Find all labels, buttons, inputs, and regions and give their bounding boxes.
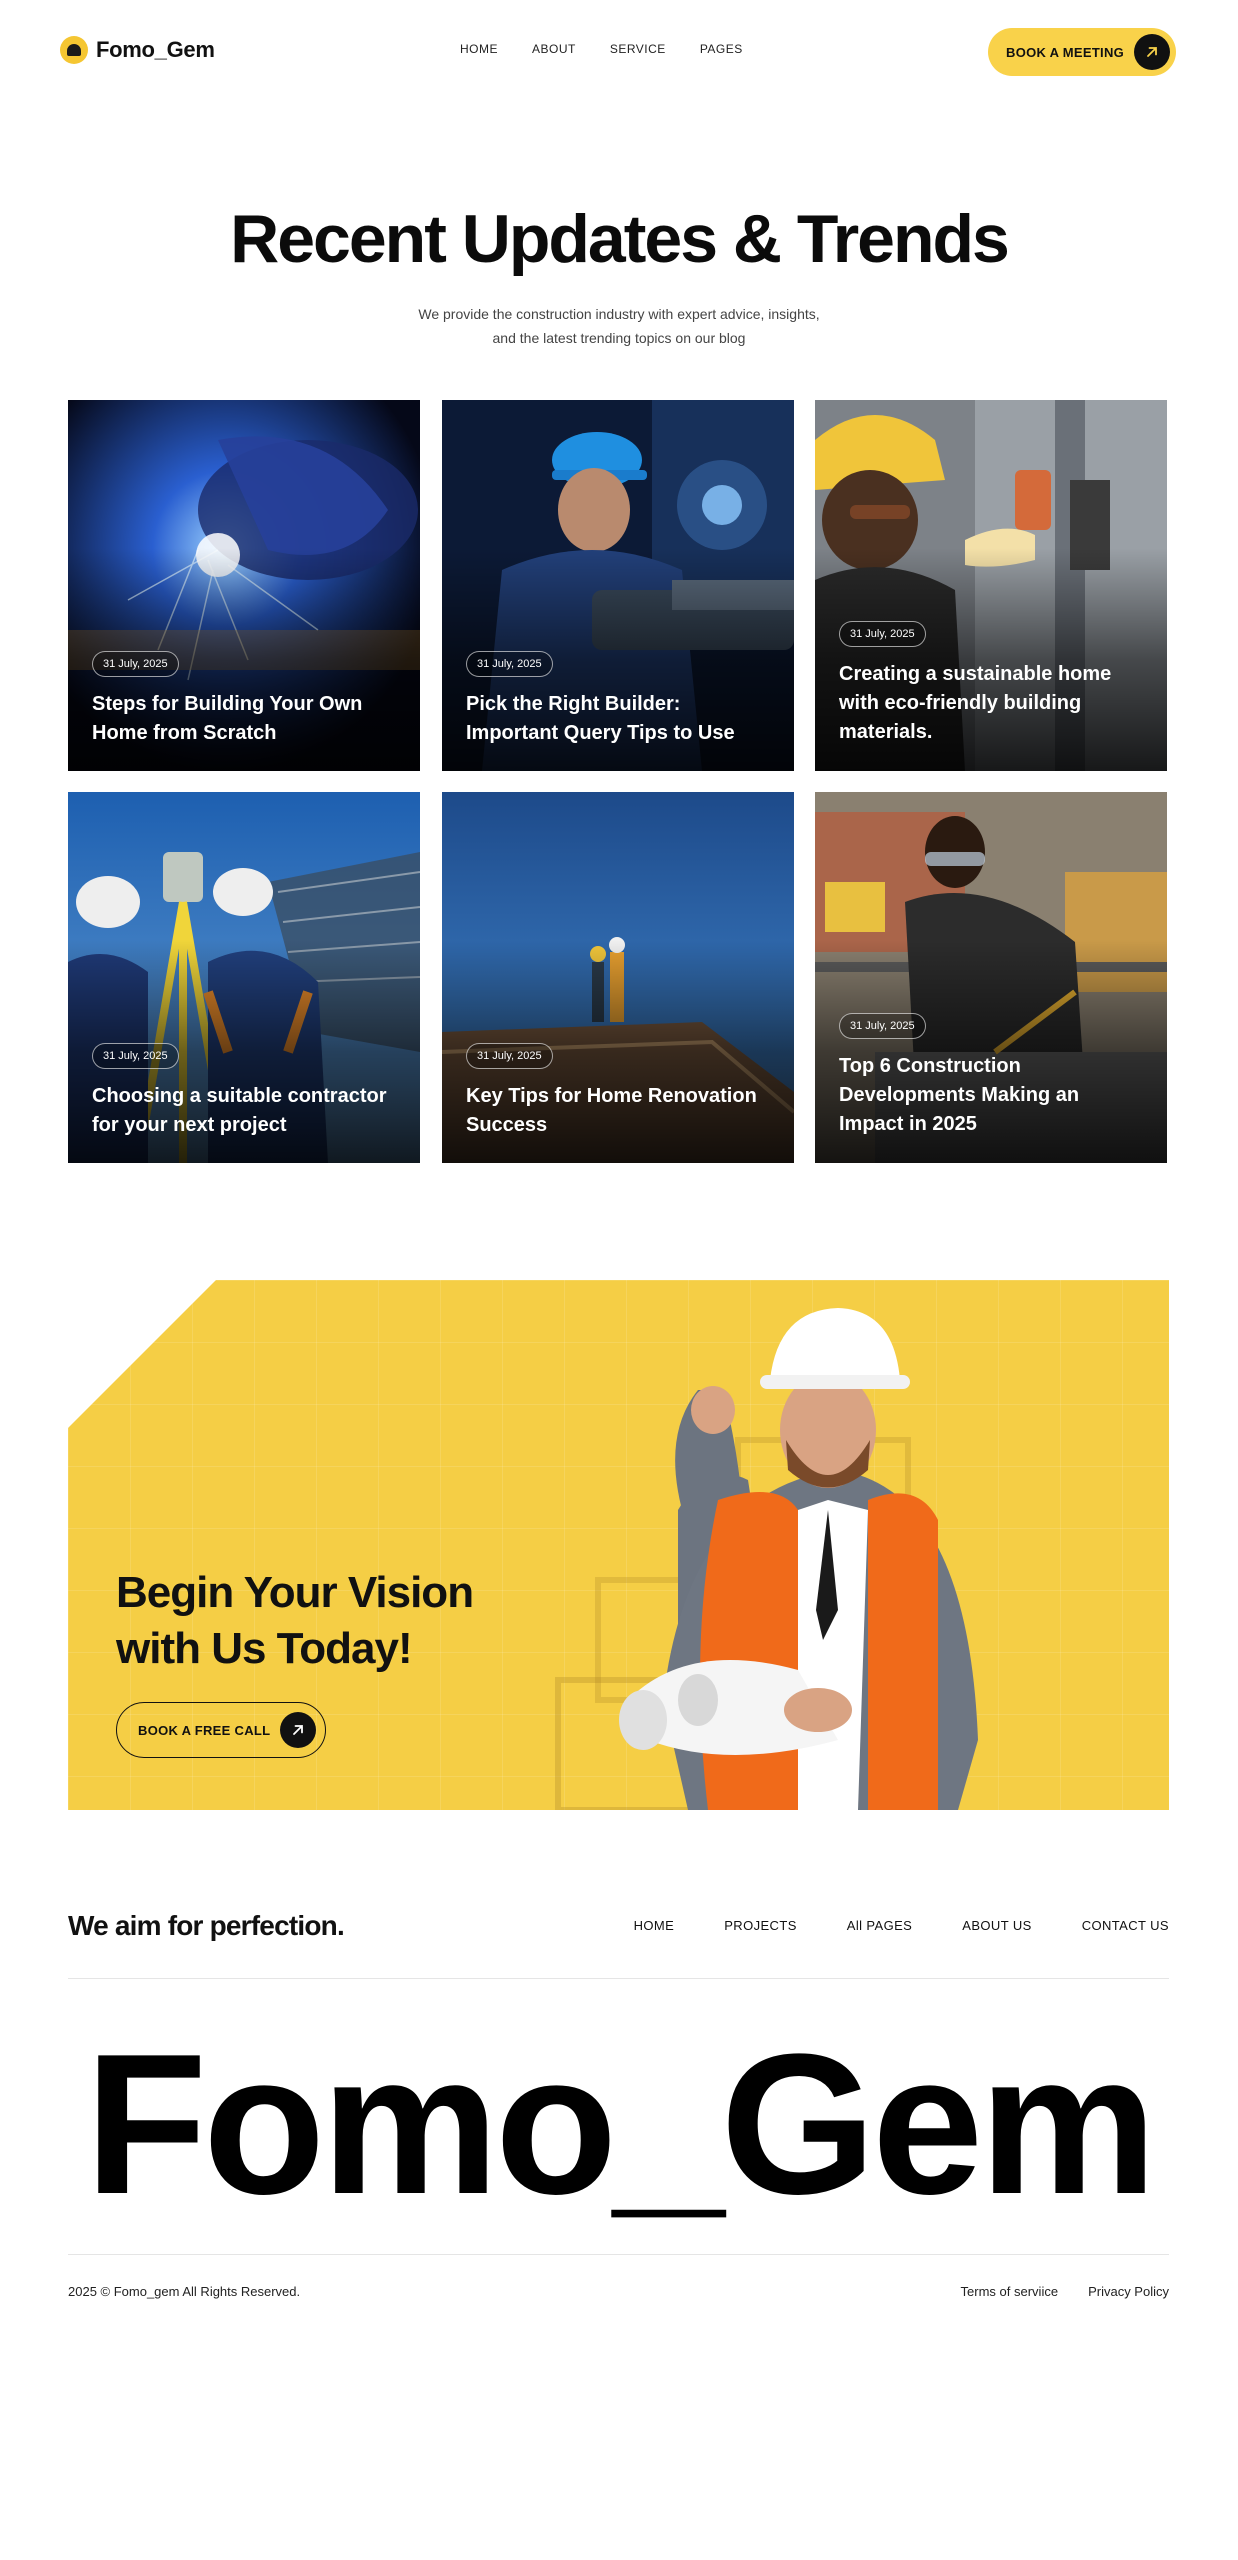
banner-heading: Begin Your Vision with Us Today! — [116, 1568, 474, 1673]
legal-links: Terms of serviice Privacy Policy — [961, 2284, 1169, 2299]
post-date: 31 July, 2025 — [92, 1043, 179, 1069]
post-date: 31 July, 2025 — [466, 1043, 553, 1069]
blog-card[interactable]: 31 July, 2025 Key Tips for Home Renovati… — [442, 792, 794, 1163]
post-date: 31 July, 2025 — [839, 1013, 926, 1039]
footer-link-projects[interactable]: PROJECTS — [724, 1918, 797, 1933]
privacy-link[interactable]: Privacy Policy — [1088, 2284, 1169, 2299]
engineer-photo — [555, 1308, 978, 1810]
terms-link[interactable]: Terms of serviice — [961, 2284, 1059, 2299]
section-title: Recent Updates & Trends — [230, 201, 1010, 277]
footer-link-home[interactable]: HOME — [634, 1918, 675, 1933]
book-free-call-button[interactable]: BOOK A FREE CALL — [116, 1702, 326, 1758]
footer-slogan: We aim for perfection. — [68, 1910, 345, 1941]
book-meeting-button[interactable]: BOOK A MEETING — [988, 28, 1176, 76]
nav-item-about[interactable]: ABOUT — [532, 42, 576, 56]
post-date: 31 July, 2025 — [466, 651, 553, 677]
post-title: Choosing a suitable contractor for your … — [92, 1085, 387, 1136]
post-title: Creating a sustainable home with eco-fri… — [839, 663, 1112, 743]
main-menu: HOME ABOUT SERVICE PAGES — [460, 42, 743, 56]
blog-card[interactable]: 31 July, 2025 Top 6 Construction Develop… — [815, 792, 1167, 1163]
book-meeting-label: BOOK A MEETING — [1006, 44, 1125, 60]
nav-item-pages[interactable]: PAGES — [700, 42, 743, 56]
nav-item-home[interactable]: HOME — [460, 42, 498, 56]
post-date: 31 July, 2025 — [839, 621, 926, 647]
subtitle-line-2: and the latest trending topics on our bl… — [492, 330, 746, 346]
top-navigation: Fomo_Gem HOME ABOUT SERVICE PAGES BOOK A… — [0, 0, 1238, 104]
blog-card[interactable]: 31 July, 2025 Creating a sustainable hom… — [815, 400, 1167, 771]
footer-divider — [68, 1978, 1169, 1979]
post-title: Pick the Right Builder: Important Query … — [466, 693, 735, 744]
helmet-logo-icon — [60, 36, 88, 64]
blog-card[interactable]: 31 July, 2025 Steps for Building Your Ow… — [68, 400, 420, 771]
post-title: Key Tips for Home Renovation Success — [466, 1085, 757, 1136]
footer-brand-wordmark: Fomo_Gem — [84, 2013, 1157, 2236]
footer-link-about-us[interactable]: ABOUT US — [962, 1918, 1031, 1933]
post-title: Top 6 Construction Developments Making a… — [839, 1055, 1080, 1135]
section-subtitle: We provide the construction industry wit… — [369, 302, 869, 350]
footer-link-contact-us[interactable]: CONTACT US — [1082, 1918, 1169, 1933]
footer-menu: HOME PROJECTS All PAGES ABOUT US CONTACT… — [634, 1918, 1169, 1933]
cta-banner: Begin Your Vision with Us Today! BOOK A … — [68, 1280, 1169, 1810]
arrow-up-right-icon — [280, 1712, 316, 1748]
book-free-call-label: BOOK A FREE CALL — [138, 1722, 271, 1738]
blog-card[interactable]: 31 July, 2025 Pick the Right Builder: Im… — [442, 400, 794, 771]
brand-name: Fomo_Gem — [96, 37, 215, 62]
copyright-text: 2025 © Fomo_gem All Rights Reserved. — [68, 2284, 301, 2299]
brand-logo[interactable]: Fomo_Gem — [60, 36, 215, 64]
nav-item-service[interactable]: SERVICE — [610, 42, 666, 56]
footer-divider — [68, 2254, 1169, 2255]
post-date: 31 July, 2025 — [92, 651, 179, 677]
footer-link-all-pages[interactable]: All PAGES — [847, 1918, 913, 1933]
post-title: Steps for Building Your Own Home from Sc… — [92, 693, 363, 744]
blog-card[interactable]: 31 July, 2025 Choosing a suitable contra… — [68, 792, 420, 1163]
arrow-up-right-icon — [1134, 34, 1170, 70]
subtitle-line-1: We provide the construction industry wit… — [418, 306, 820, 322]
